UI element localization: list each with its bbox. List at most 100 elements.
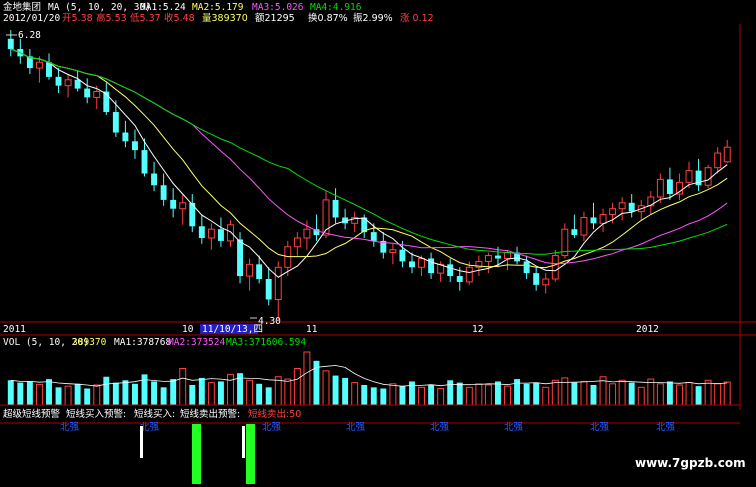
candle-body	[370, 232, 377, 241]
volume-bar	[160, 387, 167, 405]
candle-body	[666, 179, 673, 195]
candle-body	[590, 217, 597, 224]
candle-body	[227, 224, 234, 242]
volume-bar	[380, 388, 387, 405]
candle-body	[151, 173, 158, 186]
candle-body	[456, 276, 463, 282]
volume-bar	[714, 383, 722, 406]
cursor-date: 11/10/13,四	[202, 324, 263, 335]
volume-bar	[389, 383, 397, 406]
signal-buy-warn: 短线买入预警:	[66, 408, 126, 420]
ma4-value: MA4:4.916	[310, 2, 362, 13]
quote-volume: 量389370	[202, 13, 248, 24]
volume-bar	[590, 384, 597, 405]
candle-body	[237, 239, 244, 277]
signal-bar-green	[192, 424, 201, 484]
candle-body	[7, 38, 14, 50]
quote-amplitude: 振2.99%	[353, 12, 393, 24]
volume-bar	[112, 382, 119, 405]
candle-body	[494, 255, 501, 259]
volume-bar	[666, 381, 673, 405]
candle-body	[160, 185, 167, 200]
volume-bar	[447, 380, 454, 405]
signal-sell-warn: 短线卖出预警:	[180, 408, 240, 420]
signal-marker: 北强	[346, 422, 366, 433]
volume-bar	[284, 378, 292, 406]
volume-bar	[685, 382, 693, 406]
volume-bar	[342, 377, 349, 405]
volume-bar	[695, 386, 702, 405]
signal-bar-white	[140, 426, 143, 458]
volume-bar	[151, 381, 158, 405]
volume-bar	[246, 379, 254, 406]
watermark: www.7gpzb.com	[635, 456, 746, 470]
signal-marker: 北强	[60, 422, 80, 433]
candle-body	[207, 228, 215, 239]
signal-marker: 北强	[590, 422, 610, 433]
candle-body	[198, 226, 205, 238]
volume-bar	[656, 383, 664, 406]
volume-bar	[704, 379, 712, 406]
candle-body	[93, 91, 101, 98]
quote-amount: 额21295	[255, 12, 295, 24]
ma-line-ma10	[10, 48, 728, 269]
x-label-10: 10	[182, 324, 194, 335]
candle-body	[399, 249, 406, 262]
candle-body	[332, 199, 339, 218]
candle-body	[84, 88, 91, 98]
candlestick-series	[7, 30, 731, 320]
candle-body	[618, 202, 626, 210]
candle-body	[656, 178, 664, 198]
volume-bar	[217, 381, 224, 405]
signal-title: 超级短线预警	[3, 408, 61, 420]
volume-bar	[609, 383, 617, 406]
volume-bar	[551, 379, 559, 406]
volume-bar	[207, 382, 215, 406]
volume-bar	[418, 386, 426, 406]
candle-body	[256, 264, 263, 279]
volume-bar	[571, 382, 578, 405]
quote-close: 收5.48	[164, 12, 195, 24]
vol-ma2: MA2:373524	[168, 337, 225, 348]
volume-bar	[637, 386, 645, 406]
volume-bar	[580, 380, 588, 406]
ma-label: MA (5, 10, 20, 30)	[48, 2, 151, 13]
candle-body	[179, 202, 187, 210]
volume-bar	[504, 385, 511, 406]
signal-bar-green	[246, 424, 255, 484]
volume-bar	[84, 388, 91, 405]
volume-bar	[170, 379, 177, 405]
candle-body	[484, 255, 492, 262]
volume-bar	[428, 384, 435, 405]
candle-body	[523, 261, 530, 274]
volume-bar	[256, 383, 263, 405]
volume-bar	[523, 383, 530, 405]
ma3-value: MA3:5.026	[252, 2, 304, 13]
volume-bar	[55, 387, 62, 405]
volume-bar	[293, 367, 301, 406]
volume-bar	[131, 383, 138, 405]
candle-body	[141, 150, 148, 174]
volume-bar	[370, 387, 377, 405]
candle-body	[542, 278, 550, 286]
candle-body	[409, 261, 415, 268]
candle-body	[551, 255, 559, 280]
candle-body	[704, 167, 712, 186]
signal-marker: 北强	[504, 422, 524, 433]
volume-bar	[179, 367, 187, 406]
candle-body	[447, 264, 454, 277]
signal-marker: 北强	[430, 422, 450, 433]
volume-bar	[322, 370, 330, 406]
volume-bar	[189, 384, 196, 405]
candle-body	[35, 61, 43, 69]
signal-markers: 北强 北强 北强 北强 北强 北强 北强 北强	[60, 422, 676, 433]
volume-bar	[103, 376, 110, 405]
quote-change: 涨 0.12	[400, 13, 434, 24]
volume-bar	[35, 383, 43, 406]
signal-sell: 短线卖出:50	[248, 408, 301, 420]
candle-body	[599, 214, 607, 224]
candle-body	[628, 202, 635, 212]
volume-bar	[475, 383, 483, 406]
stock-name: 金地集团	[3, 1, 41, 13]
volume-bar	[198, 377, 205, 405]
